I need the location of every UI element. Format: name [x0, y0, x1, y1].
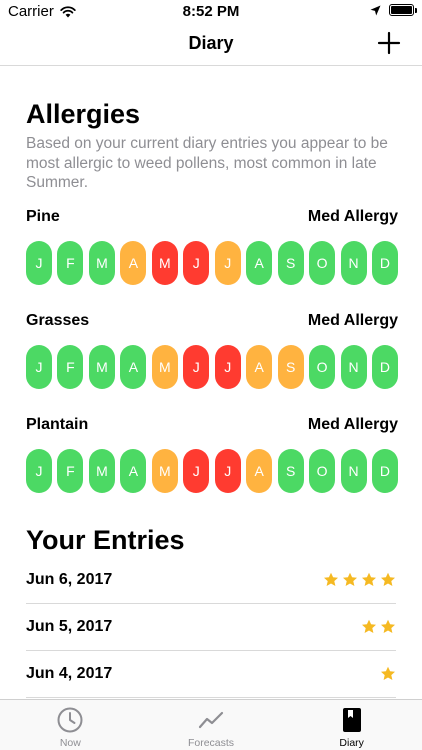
- month-pill: M: [151, 449, 178, 493]
- status-time: 8:52 PM: [182, 3, 240, 20]
- page-title: Diary: [188, 33, 234, 53]
- tab-label-now: Now: [59, 737, 81, 749]
- entry-row[interactable]: Jun 6, 2017: [26, 557, 396, 604]
- allergen-row: Grasses Med Allergy J F M A M J J A S O N D: [26, 312, 398, 389]
- plus-icon: [377, 31, 401, 55]
- diary-book-icon: [342, 708, 361, 732]
- month-pill: M: [88, 241, 115, 285]
- month-pill: N: [340, 449, 367, 493]
- tab-now[interactable]: Now: [0, 700, 141, 750]
- allergen-header: Pine Med Allergy: [26, 208, 398, 228]
- trend-chart-icon: [198, 711, 224, 729]
- month-pill: A: [120, 241, 147, 285]
- month-pill: F: [57, 449, 84, 493]
- month-pill: A: [120, 345, 147, 389]
- add-entry-button[interactable]: [374, 28, 404, 58]
- month-pill: S: [277, 345, 304, 389]
- month-pill: O: [309, 241, 336, 285]
- allergen-name: Grasses: [26, 312, 90, 329]
- entry-date: Jun 5, 2017: [26, 618, 113, 635]
- star-icon: [362, 572, 376, 586]
- month-pill: J: [26, 241, 52, 285]
- allergy-level-label: Med Allergy: [307, 312, 398, 329]
- allergen-header: Grasses Med Allergy: [26, 312, 398, 332]
- allergen-name: Pine: [26, 208, 60, 225]
- month-pill: F: [57, 345, 84, 389]
- month-pill: N: [340, 345, 367, 389]
- tab-diary[interactable]: Diary: [281, 700, 422, 750]
- status-bar: Carrier 8:52 PM: [0, 0, 422, 22]
- star-icon: [324, 572, 338, 586]
- month-pill: A: [246, 345, 273, 389]
- tab-label-forecasts: Forecasts: [187, 737, 235, 749]
- star-icon: [381, 619, 395, 633]
- month-pill: J: [183, 345, 210, 389]
- entry-rating: [380, 666, 396, 682]
- month-pill: O: [309, 345, 336, 389]
- star-icon: [343, 572, 357, 586]
- month-pill: O: [309, 449, 336, 493]
- month-pill: N: [340, 241, 367, 285]
- allergen-row: Plantain Med Allergy J F M A M J J A S O N D: [26, 416, 398, 493]
- star-icon: [381, 572, 395, 586]
- month-pill: D: [371, 449, 398, 493]
- entry-row[interactable]: Jun 5, 2017: [26, 604, 396, 651]
- month-pill: F: [57, 241, 84, 285]
- month-pill: S: [277, 241, 304, 285]
- location-arrow-icon: [370, 5, 381, 15]
- allergen-header: Plantain Med Allergy: [26, 416, 398, 436]
- month-pill: J: [183, 449, 210, 493]
- month-pill: J: [214, 241, 241, 285]
- month-pill: J: [214, 345, 241, 389]
- month-pill: M: [88, 345, 115, 389]
- allergy-level-label: Med Allergy: [307, 208, 398, 225]
- tab-forecasts[interactable]: Forecasts: [141, 700, 282, 750]
- allergen-name: Plantain: [26, 416, 89, 433]
- diary-content[interactable]: Allergies Based on your current diary en…: [0, 67, 422, 699]
- month-pill: S: [277, 449, 304, 493]
- allergies-summary: Based on your current diary entries you …: [26, 135, 388, 191]
- entry-date: Jun 4, 2017: [26, 665, 113, 682]
- tab-bar: Now Forecasts Diary: [0, 699, 422, 750]
- entry-date: Jun 6, 2017: [26, 571, 113, 588]
- month-pill: M: [151, 241, 178, 285]
- star-icon: [362, 619, 376, 633]
- clock-icon: [57, 707, 83, 733]
- entries-title: Your Entries: [26, 525, 185, 555]
- month-pill: D: [371, 241, 398, 285]
- month-pill: J: [26, 449, 52, 493]
- month-pill: A: [246, 241, 273, 285]
- month-strip: JFMAMJJASOND: [26, 449, 398, 493]
- navigation-bar: Diary: [0, 22, 422, 66]
- month-pill: J: [214, 449, 241, 493]
- month-pill: D: [371, 345, 398, 389]
- tab-label-diary: Diary: [339, 737, 364, 749]
- entry-rating: [323, 572, 396, 588]
- month-pill: A: [246, 449, 273, 493]
- allergy-level-label: Med Allergy: [307, 416, 398, 433]
- battery-icon: [389, 4, 417, 16]
- allergen-row: Pine Med Allergy J F M A M J J A S O N D: [26, 208, 398, 285]
- month-pill: J: [183, 241, 210, 285]
- month-strip: JFMAMJJASOND: [26, 345, 398, 389]
- entry-row[interactable]: Jun 4, 2017: [26, 651, 396, 698]
- month-pill: M: [151, 345, 178, 389]
- allergies-title: Allergies: [26, 99, 141, 129]
- status-right: [370, 4, 417, 16]
- month-pill: J: [26, 345, 52, 389]
- star-icon: [381, 666, 395, 680]
- entry-rating: [361, 619, 396, 635]
- month-strip: JFMAMJJASOND: [26, 241, 398, 285]
- month-pill: A: [120, 449, 147, 493]
- month-pill: M: [88, 449, 115, 493]
